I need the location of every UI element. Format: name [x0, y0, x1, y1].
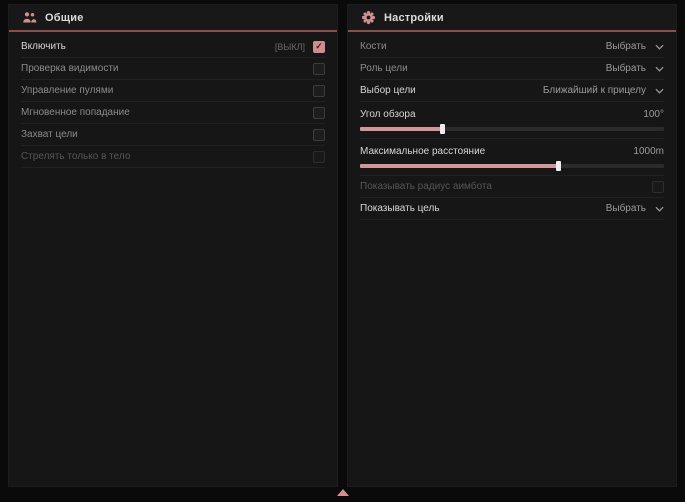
setting-control-group: [ВЫКЛ] ✓ [275, 41, 325, 53]
setting-row: Показывать радиус аимбота [360, 176, 664, 198]
checkbox[interactable] [313, 107, 325, 119]
slider-fill [360, 164, 558, 168]
setting-row: Захват цели [21, 124, 325, 146]
setting-label: Управление пулями [21, 85, 113, 96]
slider-thumb[interactable] [440, 124, 445, 134]
chevron-down-icon [655, 66, 664, 72]
setting-row: Угол обзора 100° [360, 102, 664, 139]
setting-row: Управление пулями [21, 80, 325, 102]
users-icon [22, 10, 37, 25]
setting-label: Выбор цели [360, 85, 416, 96]
collapse-arrow-icon[interactable] [337, 489, 349, 496]
checkbox[interactable]: ✓ [313, 41, 325, 53]
setting-row: Стрелять только в тело [21, 146, 325, 168]
setting-label: Стрелять только в тело [21, 151, 130, 162]
setting-label: Показывать цель [360, 203, 440, 214]
panel-general-header: Общие [9, 5, 337, 32]
setting-label: Проверка видимости [21, 63, 119, 74]
dropdown[interactable]: Выбрать [606, 203, 664, 214]
slider-thumb[interactable] [556, 161, 561, 171]
checkbox[interactable] [313, 63, 325, 75]
dropdown[interactable]: Ближайший к прицелу [543, 85, 664, 96]
setting-label: Показывать радиус аимбота [360, 181, 492, 192]
checkbox[interactable] [313, 151, 325, 163]
panel-settings: Настройки Кости Выбрать Роль цели Выбрать Вы… [347, 4, 677, 487]
dropdown-value: Выбрать [606, 41, 646, 52]
setting-row: Проверка видимости [21, 58, 325, 80]
checkbox[interactable] [313, 129, 325, 141]
slider-value: 100° [643, 109, 664, 120]
setting-row: Показывать цель Выбрать [360, 198, 664, 220]
checkbox[interactable] [652, 181, 664, 193]
setting-label: Максимальное расстояние [360, 146, 485, 157]
setting-row: Максимальное расстояние 1000m [360, 139, 664, 176]
panel-settings-header: Настройки [348, 5, 676, 32]
bottom-strip [0, 487, 685, 502]
slider-label-row: Максимальное расстояние 1000m [360, 143, 664, 159]
chevron-down-icon [655, 44, 664, 50]
dropdown-value: Ближайший к прицелу [543, 85, 646, 96]
checkmark-icon: ✓ [315, 42, 323, 51]
setting-row: Мгновенное попадание [21, 102, 325, 124]
hotkey-badge: [ВЫКЛ] [275, 42, 305, 52]
setting-label: Кости [360, 41, 387, 52]
setting-control-group [313, 63, 325, 75]
setting-row: Кости Выбрать [360, 36, 664, 58]
dropdown-value: Выбрать [606, 63, 646, 74]
setting-control-group [313, 151, 325, 163]
setting-label: Мгновенное попадание [21, 107, 130, 118]
setting-label: Угол обзора [360, 109, 416, 120]
panel-general-rows: Включить [ВЫКЛ] ✓ Проверка видимости Управле… [9, 32, 337, 168]
slider-value: 1000m [633, 146, 664, 157]
panel-settings-rows: Кости Выбрать Роль цели Выбрать Выбор цели Бл… [348, 32, 676, 220]
setting-row: Роль цели Выбрать [360, 58, 664, 80]
panel-title: Настройки [384, 12, 444, 24]
gear-icon [361, 10, 376, 25]
setting-control-group [313, 129, 325, 141]
setting-label: Захват цели [21, 129, 78, 140]
dropdown[interactable]: Выбрать [606, 41, 664, 52]
setting-row: Включить [ВЫКЛ] ✓ [21, 36, 325, 58]
setting-control-group [313, 107, 325, 119]
slider[interactable] [360, 127, 664, 131]
settings-window: Общие Включить [ВЫКЛ] ✓ Проверка видимости У… [0, 0, 685, 487]
chevron-down-icon [655, 88, 664, 94]
slider[interactable] [360, 164, 664, 168]
panel-title: Общие [45, 12, 84, 24]
chevron-down-icon [655, 206, 664, 212]
setting-label: Роль цели [360, 63, 408, 74]
panel-general: Общие Включить [ВЫКЛ] ✓ Проверка видимости У… [8, 4, 338, 487]
dropdown-value: Выбрать [606, 203, 646, 214]
setting-control-group [313, 85, 325, 97]
setting-label: Включить [21, 41, 66, 52]
setting-row: Выбор цели Ближайший к прицелу [360, 80, 664, 102]
slider-fill [360, 127, 442, 131]
setting-control-group [652, 181, 664, 193]
checkbox[interactable] [313, 85, 325, 97]
dropdown[interactable]: Выбрать [606, 63, 664, 74]
slider-label-row: Угол обзора 100° [360, 106, 664, 122]
